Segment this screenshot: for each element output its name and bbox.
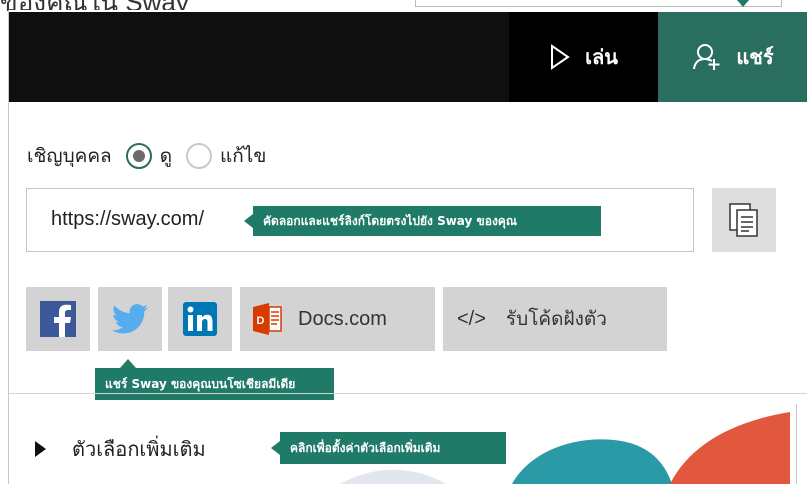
background-arrow [737,0,749,7]
svg-text:D: D [257,315,265,327]
linkedin-icon [183,302,217,336]
copy-link-tooltip-text: คัดลอกและแชร์ลิงก์โดยตรงไปยัง Sway ของคุ… [263,213,517,228]
edit-radio[interactable] [186,143,213,169]
share-link-url[interactable]: https://sway.com/ [51,208,204,231]
copy-link-button[interactable] [712,188,776,252]
linkedin-share-button[interactable] [168,287,232,351]
code-icon: </> [457,307,486,330]
social-share-tooltip-text: แชร์ Sway ของคุณบนโซเชียลมีเดีย [105,376,296,391]
share-person-icon [693,44,720,70]
docs-com-icon: D [253,303,282,335]
embed-code-label: รับโค้ดฝังตัว [505,308,607,330]
docs-label: Docs.com [298,307,387,330]
view-option-label: ดู [159,145,173,167]
view-radio[interactable] [125,143,152,169]
copy-link-tooltip: คัดลอกและแชร์ลิงก์โดยตรงไปยัง Sway ของคุ… [244,206,601,236]
background-box [415,0,782,7]
docs-share-button[interactable]: D Docs.com [240,287,435,351]
twitter-share-button[interactable] [98,287,162,351]
more-options-label: ตัวเลือกเพิ่มเติม [72,437,206,461]
twitter-icon [112,304,148,334]
share-label: แชร์ [736,45,774,69]
more-options-tooltip: คลิกเพื่อตั้งค่าตัวเลือกเพิ่มเติม [271,432,506,464]
more-options-toggle[interactable]: ตัวเลือกเพิ่มเติม [35,431,206,467]
invite-row: เชิญบุคคล ดู แก้ไข [27,140,266,172]
invite-label: เชิญบุคคล [27,145,112,167]
share-panel: เล่น แชร์ เชิญบุคคล ดู แก้ไข https://swa… [8,10,807,484]
view-radio-dot [132,150,145,162]
section-divider [9,393,807,394]
edit-option-label: แก้ไข [220,145,267,167]
share-button[interactable]: แชร์ [658,12,807,102]
expand-triangle-icon [35,441,46,457]
play-label: เล่น [585,45,618,69]
facebook-share-button[interactable] [26,287,90,351]
copy-icon [729,203,758,237]
embed-code-button[interactable]: </> รับโค้ดฝังตัว [443,287,667,351]
play-icon [551,44,570,70]
social-share-tooltip: แชร์ Sway ของคุณบนโซเชียลมีเดีย [95,359,334,400]
share-panel-header: เล่น แชร์ [9,12,807,102]
more-options-tooltip-text: คลิกเพื่อตั้งค่าตัวเลือกเพิ่มเติม [290,440,441,455]
play-button[interactable]: เล่น [509,12,658,102]
facebook-icon [40,301,76,337]
